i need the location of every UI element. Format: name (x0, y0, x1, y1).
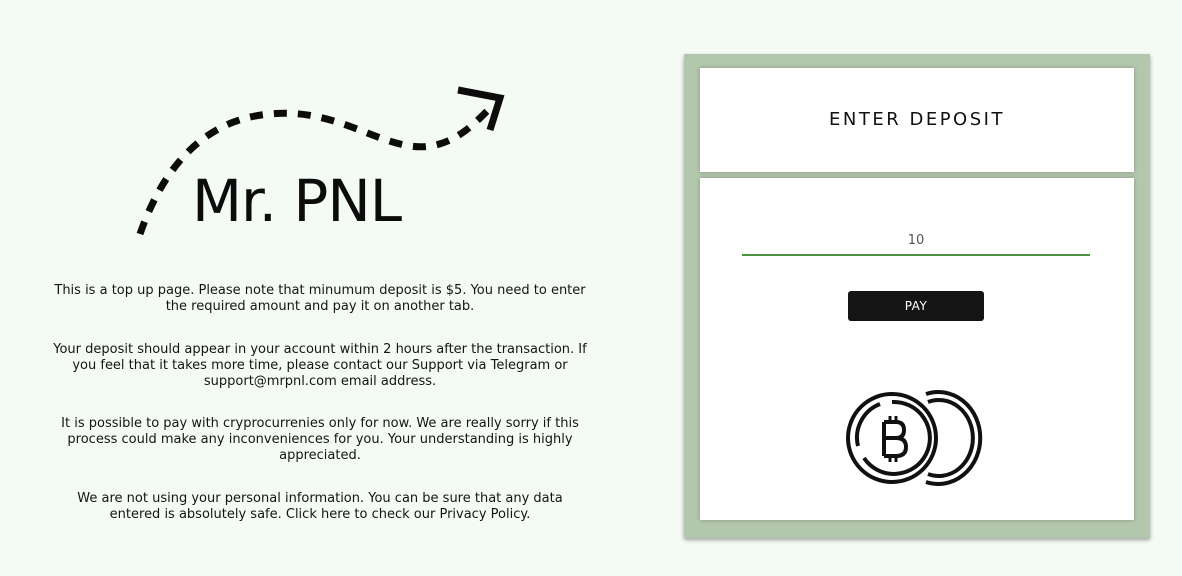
deposit-title: ENTER DEPOSIT (829, 109, 1005, 130)
info-panel: Mr. PNL This is a top up page. Please no… (0, 0, 640, 576)
deposit-amount-input[interactable] (742, 226, 1090, 256)
info-paragraph-processing-time: Your deposit should appear in your accou… (53, 342, 587, 389)
info-paragraph-crypto-only: It is possible to pay with cryprocurreni… (61, 416, 579, 463)
bitcoin-coins-icon (846, 390, 983, 486)
deposit-card: ENTER DEPOSIT PAY (684, 54, 1150, 538)
info-paragraph-minimum-deposit: This is a top up page. Please note that … (54, 283, 586, 314)
pay-button[interactable]: PAY (848, 291, 984, 321)
info-paragraph-privacy: We are not using your personal informati… (77, 491, 563, 522)
brand-logo: Mr. PNL (192, 167, 402, 235)
deposit-card-header: ENTER DEPOSIT (700, 68, 1134, 172)
deposit-card-body: PAY (700, 178, 1134, 520)
